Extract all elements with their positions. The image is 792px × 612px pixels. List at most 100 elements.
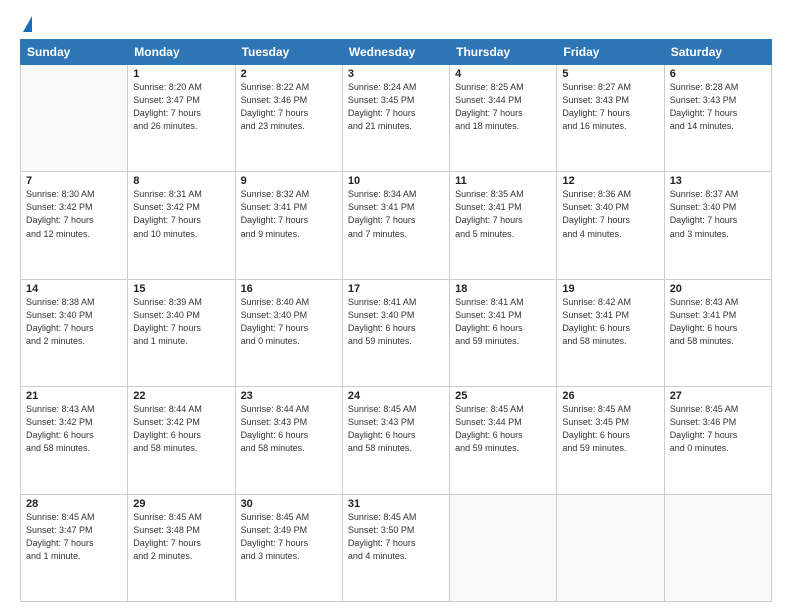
- day-number: 24: [348, 390, 444, 402]
- calendar-cell: 2Sunrise: 8:22 AM Sunset: 3:46 PM Daylig…: [235, 65, 342, 172]
- day-info: Sunrise: 8:43 AM Sunset: 3:42 PM Dayligh…: [26, 403, 122, 455]
- day-info: Sunrise: 8:45 AM Sunset: 3:44 PM Dayligh…: [455, 403, 551, 455]
- week-row-2: 7Sunrise: 8:30 AM Sunset: 3:42 PM Daylig…: [21, 172, 772, 279]
- week-row-4: 21Sunrise: 8:43 AM Sunset: 3:42 PM Dayli…: [21, 387, 772, 494]
- day-info: Sunrise: 8:45 AM Sunset: 3:45 PM Dayligh…: [562, 403, 658, 455]
- calendar-cell: 26Sunrise: 8:45 AM Sunset: 3:45 PM Dayli…: [557, 387, 664, 494]
- day-number: 29: [133, 498, 229, 510]
- calendar-cell: 4Sunrise: 8:25 AM Sunset: 3:44 PM Daylig…: [450, 65, 557, 172]
- calendar-body: 1Sunrise: 8:20 AM Sunset: 3:47 PM Daylig…: [21, 65, 772, 602]
- day-number: 19: [562, 283, 658, 295]
- calendar-cell: 1Sunrise: 8:20 AM Sunset: 3:47 PM Daylig…: [128, 65, 235, 172]
- day-info: Sunrise: 8:34 AM Sunset: 3:41 PM Dayligh…: [348, 188, 444, 240]
- day-info: Sunrise: 8:35 AM Sunset: 3:41 PM Dayligh…: [455, 188, 551, 240]
- weekday-header-sunday: Sunday: [21, 40, 128, 65]
- day-number: 26: [562, 390, 658, 402]
- calendar-cell: 6Sunrise: 8:28 AM Sunset: 3:43 PM Daylig…: [664, 65, 771, 172]
- calendar-cell: 22Sunrise: 8:44 AM Sunset: 3:42 PM Dayli…: [128, 387, 235, 494]
- weekday-header-wednesday: Wednesday: [342, 40, 449, 65]
- calendar-cell: 11Sunrise: 8:35 AM Sunset: 3:41 PM Dayli…: [450, 172, 557, 279]
- calendar-cell: 12Sunrise: 8:36 AM Sunset: 3:40 PM Dayli…: [557, 172, 664, 279]
- day-number: 20: [670, 283, 766, 295]
- day-info: Sunrise: 8:45 AM Sunset: 3:50 PM Dayligh…: [348, 511, 444, 563]
- day-info: Sunrise: 8:43 AM Sunset: 3:41 PM Dayligh…: [670, 296, 766, 348]
- calendar-cell: 7Sunrise: 8:30 AM Sunset: 3:42 PM Daylig…: [21, 172, 128, 279]
- day-info: Sunrise: 8:41 AM Sunset: 3:40 PM Dayligh…: [348, 296, 444, 348]
- calendar-cell: 29Sunrise: 8:45 AM Sunset: 3:48 PM Dayli…: [128, 494, 235, 601]
- calendar-cell: 14Sunrise: 8:38 AM Sunset: 3:40 PM Dayli…: [21, 279, 128, 386]
- day-number: 17: [348, 283, 444, 295]
- calendar-cell: 17Sunrise: 8:41 AM Sunset: 3:40 PM Dayli…: [342, 279, 449, 386]
- weekday-header-saturday: Saturday: [664, 40, 771, 65]
- calendar-cell: 10Sunrise: 8:34 AM Sunset: 3:41 PM Dayli…: [342, 172, 449, 279]
- day-number: 15: [133, 283, 229, 295]
- day-number: 7: [26, 175, 122, 187]
- day-info: Sunrise: 8:42 AM Sunset: 3:41 PM Dayligh…: [562, 296, 658, 348]
- day-number: 16: [241, 283, 337, 295]
- week-row-1: 1Sunrise: 8:20 AM Sunset: 3:47 PM Daylig…: [21, 65, 772, 172]
- page: SundayMondayTuesdayWednesdayThursdayFrid…: [0, 0, 792, 612]
- weekday-header-monday: Monday: [128, 40, 235, 65]
- day-number: 3: [348, 68, 444, 80]
- day-number: 13: [670, 175, 766, 187]
- day-info: Sunrise: 8:44 AM Sunset: 3:43 PM Dayligh…: [241, 403, 337, 455]
- calendar-cell: 16Sunrise: 8:40 AM Sunset: 3:40 PM Dayli…: [235, 279, 342, 386]
- day-number: 9: [241, 175, 337, 187]
- calendar-cell: 25Sunrise: 8:45 AM Sunset: 3:44 PM Dayli…: [450, 387, 557, 494]
- day-number: 18: [455, 283, 551, 295]
- calendar-cell: 23Sunrise: 8:44 AM Sunset: 3:43 PM Dayli…: [235, 387, 342, 494]
- day-number: 23: [241, 390, 337, 402]
- calendar-cell: [450, 494, 557, 601]
- calendar-cell: 28Sunrise: 8:45 AM Sunset: 3:47 PM Dayli…: [21, 494, 128, 601]
- calendar-cell: 3Sunrise: 8:24 AM Sunset: 3:45 PM Daylig…: [342, 65, 449, 172]
- day-number: 4: [455, 68, 551, 80]
- day-number: 2: [241, 68, 337, 80]
- day-info: Sunrise: 8:30 AM Sunset: 3:42 PM Dayligh…: [26, 188, 122, 240]
- day-info: Sunrise: 8:45 AM Sunset: 3:43 PM Dayligh…: [348, 403, 444, 455]
- day-number: 31: [348, 498, 444, 510]
- day-number: 8: [133, 175, 229, 187]
- weekday-header-friday: Friday: [557, 40, 664, 65]
- weekday-header-tuesday: Tuesday: [235, 40, 342, 65]
- week-row-3: 14Sunrise: 8:38 AM Sunset: 3:40 PM Dayli…: [21, 279, 772, 386]
- day-number: 11: [455, 175, 551, 187]
- calendar-table: SundayMondayTuesdayWednesdayThursdayFrid…: [20, 39, 772, 602]
- calendar-cell: 13Sunrise: 8:37 AM Sunset: 3:40 PM Dayli…: [664, 172, 771, 279]
- day-info: Sunrise: 8:27 AM Sunset: 3:43 PM Dayligh…: [562, 81, 658, 133]
- calendar-header: SundayMondayTuesdayWednesdayThursdayFrid…: [21, 40, 772, 65]
- day-number: 30: [241, 498, 337, 510]
- day-number: 5: [562, 68, 658, 80]
- calendar-cell: 30Sunrise: 8:45 AM Sunset: 3:49 PM Dayli…: [235, 494, 342, 601]
- day-info: Sunrise: 8:28 AM Sunset: 3:43 PM Dayligh…: [670, 81, 766, 133]
- day-info: Sunrise: 8:24 AM Sunset: 3:45 PM Dayligh…: [348, 81, 444, 133]
- day-info: Sunrise: 8:41 AM Sunset: 3:41 PM Dayligh…: [455, 296, 551, 348]
- day-info: Sunrise: 8:45 AM Sunset: 3:48 PM Dayligh…: [133, 511, 229, 563]
- calendar-cell: [557, 494, 664, 601]
- day-number: 10: [348, 175, 444, 187]
- weekday-header-thursday: Thursday: [450, 40, 557, 65]
- day-info: Sunrise: 8:45 AM Sunset: 3:49 PM Dayligh…: [241, 511, 337, 563]
- day-info: Sunrise: 8:45 AM Sunset: 3:46 PM Dayligh…: [670, 403, 766, 455]
- day-number: 28: [26, 498, 122, 510]
- day-number: 1: [133, 68, 229, 80]
- day-info: Sunrise: 8:20 AM Sunset: 3:47 PM Dayligh…: [133, 81, 229, 133]
- day-number: 25: [455, 390, 551, 402]
- day-number: 27: [670, 390, 766, 402]
- day-info: Sunrise: 8:37 AM Sunset: 3:40 PM Dayligh…: [670, 188, 766, 240]
- calendar-cell: [21, 65, 128, 172]
- day-number: 21: [26, 390, 122, 402]
- day-info: Sunrise: 8:44 AM Sunset: 3:42 PM Dayligh…: [133, 403, 229, 455]
- calendar-cell: 24Sunrise: 8:45 AM Sunset: 3:43 PM Dayli…: [342, 387, 449, 494]
- day-info: Sunrise: 8:45 AM Sunset: 3:47 PM Dayligh…: [26, 511, 122, 563]
- calendar-cell: 8Sunrise: 8:31 AM Sunset: 3:42 PM Daylig…: [128, 172, 235, 279]
- calendar-cell: 31Sunrise: 8:45 AM Sunset: 3:50 PM Dayli…: [342, 494, 449, 601]
- calendar-cell: 18Sunrise: 8:41 AM Sunset: 3:41 PM Dayli…: [450, 279, 557, 386]
- day-info: Sunrise: 8:25 AM Sunset: 3:44 PM Dayligh…: [455, 81, 551, 133]
- day-info: Sunrise: 8:22 AM Sunset: 3:46 PM Dayligh…: [241, 81, 337, 133]
- calendar-cell: 27Sunrise: 8:45 AM Sunset: 3:46 PM Dayli…: [664, 387, 771, 494]
- calendar-cell: 15Sunrise: 8:39 AM Sunset: 3:40 PM Dayli…: [128, 279, 235, 386]
- calendar-cell: [664, 494, 771, 601]
- day-info: Sunrise: 8:39 AM Sunset: 3:40 PM Dayligh…: [133, 296, 229, 348]
- day-info: Sunrise: 8:36 AM Sunset: 3:40 PM Dayligh…: [562, 188, 658, 240]
- calendar-cell: 20Sunrise: 8:43 AM Sunset: 3:41 PM Dayli…: [664, 279, 771, 386]
